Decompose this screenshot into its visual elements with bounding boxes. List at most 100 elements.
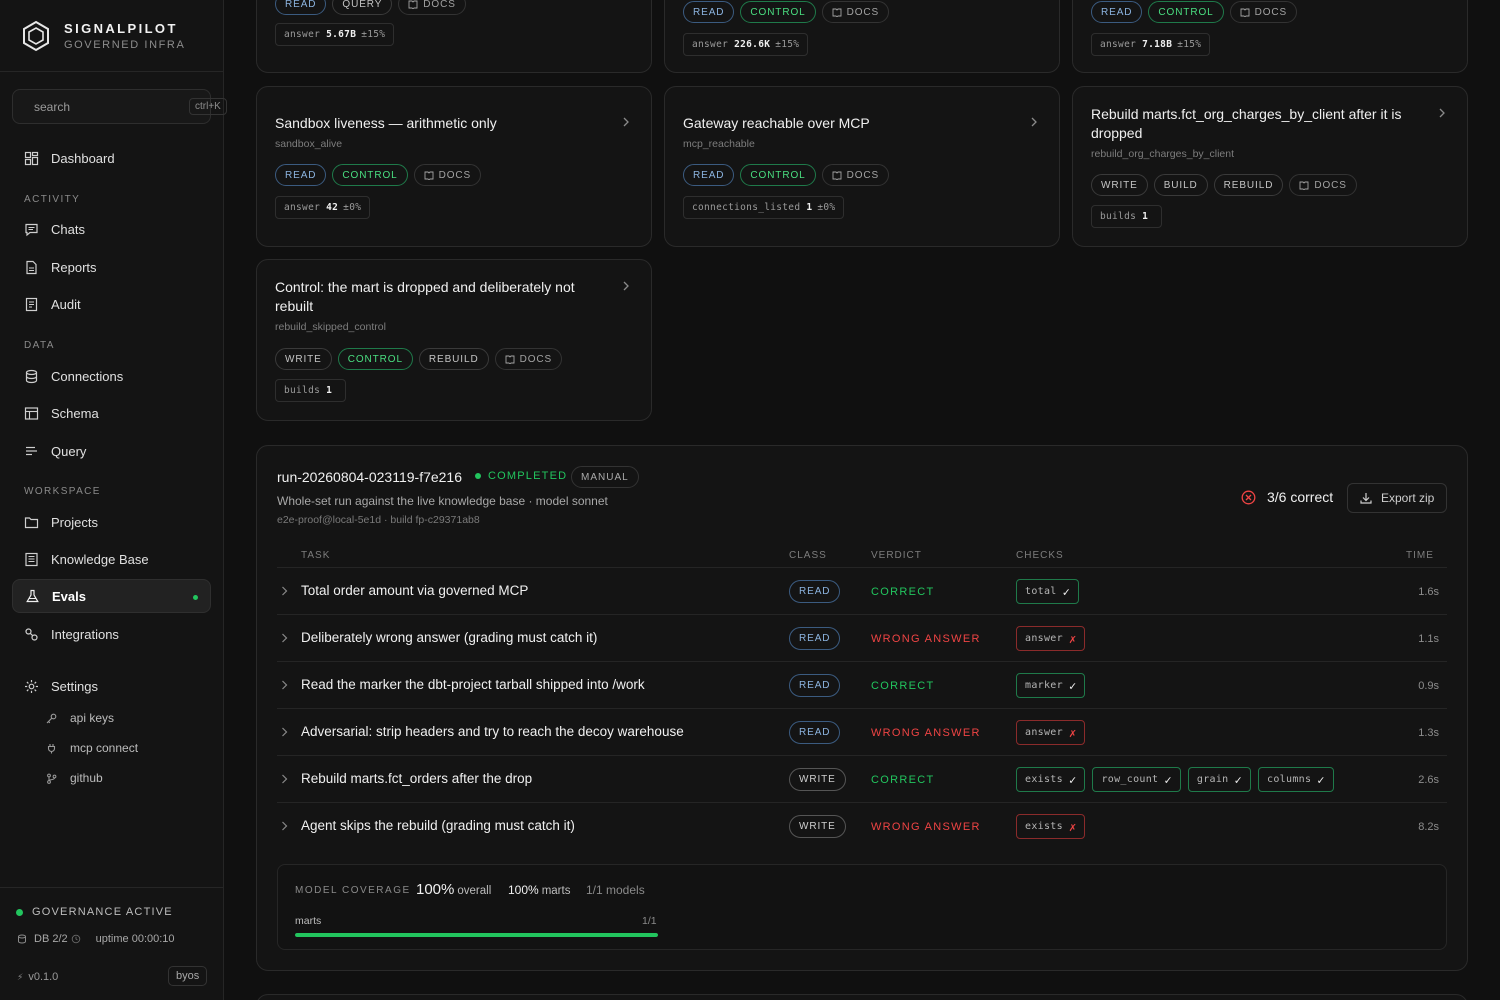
table-row[interactable]: Deliberately wrong answer (grading must …: [277, 614, 1447, 661]
duration: 2.6s: [1418, 774, 1439, 786]
pill: WRITE: [275, 348, 332, 370]
docs-pill[interactable]: DOCS: [1229, 1, 1298, 23]
docs-pill[interactable]: DOCS: [413, 164, 482, 186]
card-stat: connections_listed 1 ±0%: [683, 196, 845, 219]
stat-tolerance: ±15%: [1177, 39, 1202, 50]
book-open-icon: [1299, 181, 1309, 190]
bolt-icon: ⚡: [17, 971, 24, 982]
eval-card-sandbox-alive[interactable]: Sandbox liveness — arithmetic only sandb…: [256, 86, 652, 247]
sidebar-item-label: Dashboard: [51, 150, 115, 166]
eval-card-mcp-reachable[interactable]: Gateway reachable over MCP mcp_reachable…: [664, 86, 1060, 247]
card-stat: builds 1: [1091, 205, 1163, 228]
sidebar-item-chats[interactable]: Chats: [12, 212, 211, 246]
sidebar-item-integrations[interactable]: Integrations: [12, 617, 211, 651]
coverage-bar-label: marts: [295, 915, 322, 927]
link-icon: [25, 627, 38, 641]
check-chip: exists ✓: [1016, 767, 1086, 792]
card-pills: READ CONTROL DOCS: [275, 164, 482, 186]
check-chip: row_count ✓: [1092, 767, 1181, 792]
book-open-icon: [832, 8, 842, 17]
sidebar-item-reports[interactable]: Reports: [12, 250, 211, 284]
stat-tolerance: ±15%: [361, 29, 386, 40]
eval-card-rebuild-org-charges[interactable]: Rebuild marts.fct_org_charges_by_client …: [1072, 86, 1468, 247]
task-name: Total order amount via governed MCP: [301, 583, 529, 598]
lines-icon: [26, 446, 37, 455]
docs-pill[interactable]: DOCS: [821, 164, 890, 186]
grid-icon: [24, 151, 39, 165]
sidebar-subitem-github[interactable]: github: [46, 771, 103, 785]
next-run-panel: [256, 994, 1468, 1000]
table-row[interactable]: Adversarial: strip headers and try to re…: [277, 708, 1447, 755]
brand[interactable]: SIGNALPILOT GOVERNED INFRA: [0, 0, 223, 72]
card-stat: answer 226.6K ±15%: [683, 33, 809, 56]
task-name: Rebuild marts.fct_orders after the drop: [301, 771, 533, 786]
sidebar-subitem-api-keys[interactable]: api keys: [46, 711, 114, 725]
sidebar-item-projects[interactable]: Projects: [12, 505, 211, 539]
book-open-icon: [505, 355, 515, 364]
class-badge: READ: [789, 580, 841, 603]
table-row[interactable]: Read the marker the dbt-project tarball …: [277, 661, 1447, 708]
stat-key: connections_listed: [692, 202, 801, 213]
pill: READ: [1091, 1, 1143, 23]
class-badge: WRITE: [789, 768, 846, 791]
search-box[interactable]: ctrl+K: [12, 89, 227, 124]
col-header-task: TASK: [301, 550, 331, 561]
book-icon: [25, 552, 38, 566]
eval-card[interactable]: READ QUERY DOCS answer 5.67B ±15%: [256, 0, 652, 73]
sidebar-subitem-label: api keys: [70, 711, 115, 725]
flask-icon: [26, 589, 39, 602]
book-open-icon: [832, 171, 842, 180]
stat-key: answer: [284, 29, 321, 40]
class-badge: READ: [789, 627, 841, 650]
pill: CONTROL: [337, 348, 413, 370]
check-chip: grain ✓: [1187, 767, 1252, 792]
card-title: Sandbox liveness — arithmetic only: [275, 115, 497, 131]
docs-pill[interactable]: DOCS: [821, 1, 890, 23]
sidebar-item-schema[interactable]: Schema: [12, 396, 211, 430]
sidebar-item-evals[interactable]: Evals: [12, 579, 211, 613]
pill: BUILD: [1153, 174, 1208, 196]
nav-section-workspace: WORKSPACE: [24, 486, 101, 497]
table-row[interactable]: Total order amount via governed MCP READ…: [277, 567, 1447, 614]
export-zip-button[interactable]: Export zip: [1347, 483, 1447, 513]
class-badge: READ: [789, 674, 841, 697]
stat-key: answer: [1100, 39, 1137, 50]
run-score: 3/6 correct: [1241, 489, 1333, 505]
sidebar-item-label: Evals: [52, 588, 86, 604]
search-input[interactable]: [34, 99, 189, 114]
eval-card[interactable]: READ CONTROL DOCS answer 226.6K ±15%: [664, 0, 1060, 73]
card-title: Rebuild marts.fct_org_charges_by_client …: [1091, 106, 1402, 141]
table-row[interactable]: Rebuild marts.fct_orders after the drop …: [277, 755, 1447, 802]
pill: CONTROL: [740, 164, 816, 186]
pill: REBUILD: [418, 348, 489, 370]
table-row[interactable]: Agent skips the rebuild (grading must ca…: [277, 802, 1447, 849]
sidebar-item-knowledge-base[interactable]: Knowledge Base: [12, 542, 211, 576]
coverage-progress-bar: [295, 933, 658, 937]
sidebar-item-dashboard[interactable]: Dashboard: [12, 141, 211, 175]
eval-card[interactable]: READ CONTROL DOCS answer 7.18B ±15%: [1072, 0, 1468, 73]
check-chip: answer ✗: [1016, 626, 1086, 651]
governance-status: GOVERNANCE ACTIVE: [16, 906, 173, 918]
sidebar-item-query[interactable]: Query: [12, 434, 211, 468]
database-icon: [18, 934, 26, 944]
db-count: DB 2/2: [34, 933, 68, 945]
card-pills: READ CONTROL DOCS: [1091, 1, 1298, 23]
chevron-right-icon: [1031, 117, 1037, 127]
sidebar-item-connections[interactable]: Connections: [12, 359, 211, 393]
eval-card-rebuild-skipped-control[interactable]: Control: the mart is dropped and deliber…: [256, 259, 652, 421]
sidebar-item-label: Query: [51, 443, 87, 459]
card-pills: READ CONTROL DOCS: [683, 164, 890, 186]
pill: CONTROL: [1148, 1, 1224, 23]
sidebar-item-audit[interactable]: Audit: [12, 287, 211, 321]
status-dot: [16, 908, 23, 916]
task-name: Agent skips the rebuild (grading must ca…: [301, 818, 575, 833]
docs-pill[interactable]: DOCS: [494, 348, 563, 370]
sidebar-item-label: Projects: [51, 514, 98, 530]
verdict: CORRECT: [871, 586, 935, 598]
docs-pill[interactable]: DOCS: [398, 0, 466, 15]
sidebar-subitem-mcp-connect[interactable]: mcp connect: [46, 741, 138, 755]
byos-badge[interactable]: byos: [168, 966, 208, 986]
sidebar-item-settings[interactable]: Settings: [12, 669, 211, 703]
docs-pill[interactable]: DOCS: [1289, 174, 1357, 196]
coverage-marts: 100% marts: [508, 883, 571, 897]
